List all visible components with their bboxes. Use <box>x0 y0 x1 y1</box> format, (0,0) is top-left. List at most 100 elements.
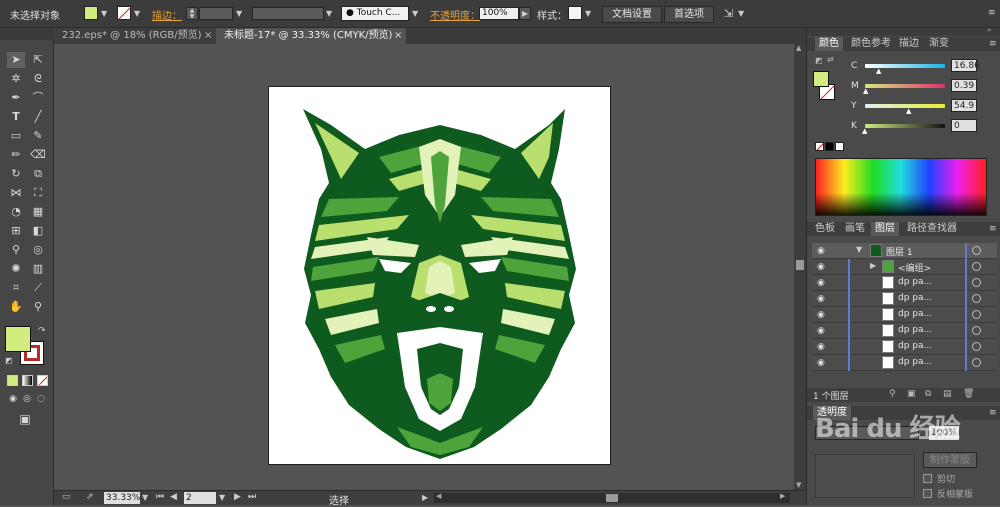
scale-tool-icon[interactable]: ⧉ <box>29 166 47 182</box>
shape-builder-tool-icon[interactable]: ◔ <box>7 204 25 220</box>
free-transform-tool-icon[interactable]: ⛶ <box>29 185 47 201</box>
next-artboard-icon[interactable]: ▶ <box>234 492 241 502</box>
channel-c-input[interactable]: 16.86 <box>951 59 980 72</box>
layer-item-row[interactable]: ◉ dp pa... <box>812 355 997 371</box>
zoom-input[interactable]: 33.33% <box>104 492 140 504</box>
variable-width-profile[interactable] <box>252 7 324 20</box>
target-icon[interactable] <box>972 278 981 287</box>
screen-mode-icon[interactable]: ▣ <box>16 411 34 427</box>
scroll-left-icon[interactable]: ◀ <box>436 492 441 500</box>
hscroll-thumb[interactable] <box>606 494 618 502</box>
rotate-tool-icon[interactable]: ↻ <box>7 166 25 182</box>
paintbrush-tool-icon[interactable]: ✎ <box>29 128 47 144</box>
default-colors-icon[interactable]: ◩ <box>815 56 823 65</box>
eye-icon[interactable]: ◉ <box>817 310 827 320</box>
profile-dropdown-icon[interactable]: ▼ <box>326 9 332 18</box>
target-icon[interactable] <box>972 342 981 351</box>
black-swatch[interactable] <box>825 142 834 151</box>
scroll-right-icon[interactable]: ▶ <box>780 492 785 500</box>
channel-y-input[interactable]: 54.9 <box>951 99 977 112</box>
mesh-tool-icon[interactable]: ⊞ <box>7 223 25 239</box>
hand-tool-icon[interactable]: ✋ <box>7 299 25 315</box>
layer-item-row[interactable]: ◉ dp pa... <box>812 307 997 323</box>
channel-y-slider[interactable] <box>865 104 945 108</box>
slider-thumb-icon[interactable]: ▲ <box>876 67 881 75</box>
arrange-dropdown-icon[interactable]: ▼ <box>738 9 744 18</box>
vertical-scrollbar[interactable]: ▲ ▼ <box>794 44 806 490</box>
perspective-grid-tool-icon[interactable]: ▦ <box>29 204 47 220</box>
eye-icon[interactable]: ◉ <box>817 262 827 272</box>
gradient-mode-icon[interactable] <box>22 375 33 386</box>
target-icon[interactable] <box>972 310 981 319</box>
preferences-button[interactable]: 首选项 <box>664 6 714 23</box>
blend-tool-icon[interactable]: ◎ <box>29 242 47 258</box>
eye-icon[interactable]: ◉ <box>817 278 827 288</box>
swap-fill-stroke-icon[interactable]: ↷ <box>38 326 46 336</box>
target-icon[interactable] <box>972 246 981 255</box>
tab-232-eps[interactable]: 232.eps* @ 18% (RGB/预览) × <box>54 28 216 44</box>
pen-tool-icon[interactable]: ✒ <box>7 90 25 106</box>
none-swatch[interactable] <box>815 142 824 151</box>
style-swatch[interactable] <box>568 6 582 20</box>
line-tool-icon[interactable]: ╱ <box>29 109 47 125</box>
export-icon[interactable]: ⇗ <box>86 492 94 502</box>
type-tool-icon[interactable]: T <box>7 109 25 125</box>
eraser-tool-icon[interactable]: ⌫ <box>29 147 47 163</box>
zoom-tool-icon[interactable]: ⚲ <box>29 299 47 315</box>
expand-icon[interactable]: ▶ <box>870 261 876 270</box>
tab-pathfinder[interactable]: 路径查找器 <box>903 222 961 236</box>
eye-icon[interactable]: ◉ <box>817 294 827 304</box>
make-mask-button[interactable]: 制作蒙版 <box>923 452 977 468</box>
eye-icon[interactable]: ◉ <box>817 246 827 256</box>
channel-k-slider[interactable] <box>865 124 945 128</box>
curvature-tool-icon[interactable]: ⌒ <box>29 90 47 106</box>
eye-icon[interactable]: ◉ <box>817 326 827 336</box>
default-colors-icon[interactable]: ◩ <box>5 356 13 365</box>
brush-definition[interactable]: ● Touch C... <box>341 6 409 21</box>
swap-colors-icon[interactable]: ⇄ <box>827 55 834 64</box>
scroll-down-icon[interactable]: ▼ <box>796 481 801 489</box>
collapse-icon[interactable]: » <box>987 26 991 34</box>
tab-color-guide[interactable]: 颜色参考 <box>847 37 895 51</box>
layer-item-row[interactable]: ◉ dp pa... <box>812 291 997 307</box>
symbol-sprayer-tool-icon[interactable]: ✺ <box>7 261 25 277</box>
stroke-weight-dropdown-icon[interactable]: ▼ <box>236 9 242 18</box>
panel-dock-header[interactable]: » <box>807 26 1000 36</box>
layer-item-row[interactable]: ◉ dp pa... <box>812 275 997 291</box>
slider-thumb-icon[interactable]: ▲ <box>906 107 911 115</box>
white-swatch[interactable] <box>835 142 844 151</box>
layer-row-1[interactable]: ◉ ▼ 图层 1 <box>812 243 997 259</box>
prev-artboard-icon[interactable]: ◀ <box>170 492 177 502</box>
selection-tool-icon[interactable]: ➤ <box>7 52 25 68</box>
fill-swatch[interactable] <box>84 6 98 20</box>
channel-m-input[interactable]: 0.39 <box>951 79 977 92</box>
magic-wand-tool-icon[interactable]: ✲ <box>7 71 25 87</box>
artboard-dropdown-icon[interactable]: ▼ <box>219 493 225 502</box>
target-icon[interactable] <box>972 262 981 271</box>
color-mode-icon[interactable] <box>7 375 18 386</box>
brush-dropdown-icon[interactable]: ▼ <box>412 9 418 18</box>
opacity-label[interactable]: 不透明度： <box>430 7 480 22</box>
pencil-tool-icon[interactable]: ✏ <box>7 147 25 163</box>
none-mode-icon[interactable] <box>37 375 48 386</box>
locate-object-icon[interactable]: ⚲ <box>889 389 896 399</box>
tab-gradient[interactable]: 渐变 <box>925 37 953 51</box>
scroll-up-icon[interactable]: ▲ <box>796 44 801 52</box>
target-icon[interactable] <box>972 326 981 335</box>
target-icon[interactable] <box>972 294 981 303</box>
document-setup-button[interactable]: 文档设置 <box>602 6 662 23</box>
panel-menu-icon[interactable]: ≡ <box>989 224 997 234</box>
tab-brushes[interactable]: 画笔 <box>841 222 869 236</box>
fill-dropdown-icon[interactable]: ▼ <box>101 9 107 18</box>
group-row[interactable]: ◉ ▶ <编组> <box>812 259 997 275</box>
new-layer-icon[interactable]: ▤ <box>943 389 952 399</box>
opacity-input[interactable]: 100% <box>479 7 519 20</box>
channel-k-input[interactable]: 0 <box>951 119 977 132</box>
arrange-icon[interactable]: ⇲ <box>724 7 733 20</box>
eye-icon[interactable]: ◉ <box>817 342 827 352</box>
direct-selection-tool-icon[interactable]: ⇱ <box>29 52 47 68</box>
clipping-mask-icon[interactable]: ▣ <box>907 389 916 399</box>
stroke-swatch[interactable] <box>117 6 131 20</box>
scroll-thumb[interactable] <box>796 260 804 270</box>
tab-stroke[interactable]: 描边 <box>895 37 923 51</box>
